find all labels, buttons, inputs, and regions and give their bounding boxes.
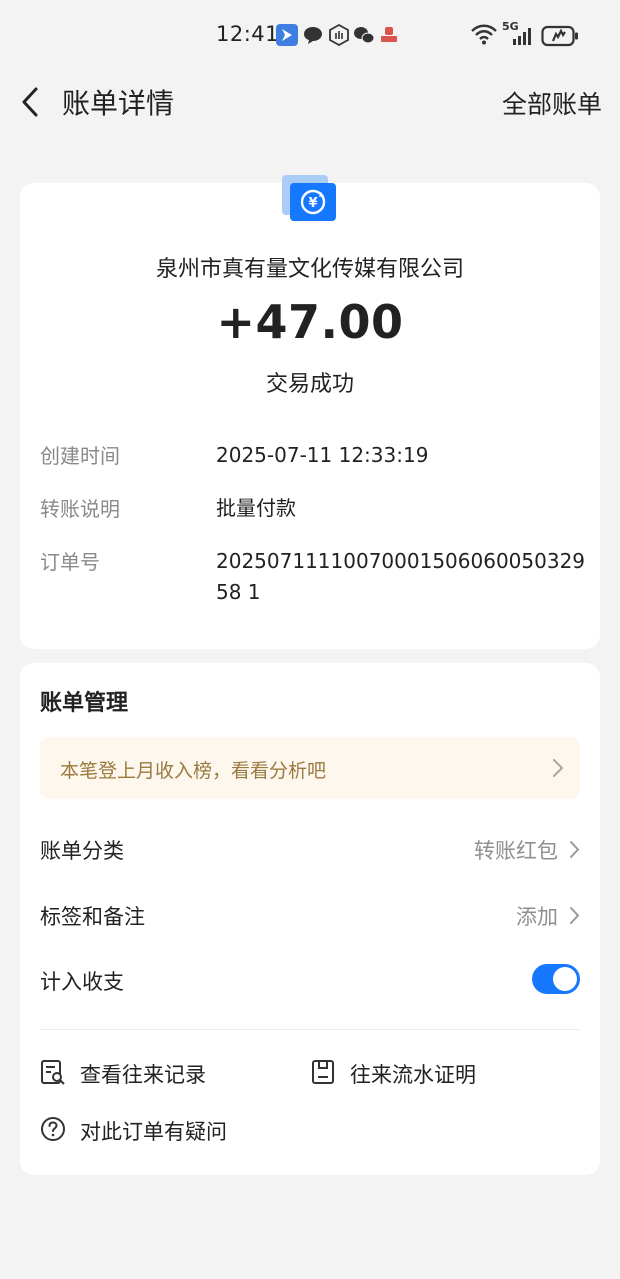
bill-management-card: 账单管理 本笔登上月收入榜，看看分析吧 账单分类 转账红包 标签和备注 添加 计… <box>20 663 600 1175</box>
bill-category-label: 账单分类 <box>40 839 124 863</box>
transaction-amount: +47.00 <box>216 295 404 349</box>
income-rank-tip-banner[interactable]: 本笔登上月收入榜，看看分析吧 <box>40 737 580 799</box>
wifi-icon <box>471 24 497 45</box>
stamp-app-icon <box>381 27 397 42</box>
chevron-right-icon <box>570 907 580 924</box>
tags-notes-value: 添加 <box>516 905 558 929</box>
merchant-name: 泉州市真有量文化传媒有限公司 <box>155 257 464 282</box>
hand-app-icon <box>329 24 349 46</box>
transaction-status: 交易成功 <box>265 372 354 397</box>
tags-notes-row[interactable]: 标签和备注 添加 <box>40 895 580 935</box>
transaction-card: ¥ 泉州市真有量文化传媒有限公司 +47.00 交易成功 创建时间 2025-0… <box>20 175 600 649</box>
view-history-link[interactable]: 查看往来记录 <box>40 1055 280 1089</box>
chevron-right-icon <box>570 841 580 858</box>
statement-proof-text: 往来流水证明 <box>350 1063 476 1087</box>
include-in-budget-toggle[interactable] <box>532 964 580 994</box>
include-in-budget-label: 计入收支 <box>40 970 124 994</box>
nav-bar: 账单详情 全部账单 <box>0 70 620 134</box>
question-circle-icon <box>41 1117 65 1141</box>
detail-value: 批量付款 <box>216 496 296 520</box>
statement-proof-link[interactable]: 往来流水证明 <box>310 1055 550 1089</box>
message-icon <box>304 27 322 44</box>
tags-notes-label: 标签和备注 <box>40 905 145 929</box>
all-bills-link[interactable]: 全部账单 <box>502 85 602 121</box>
detail-label: 创建时间 <box>40 444 120 468</box>
status-time: 12:41 <box>216 22 280 46</box>
yuan-refresh-icon: ¥ <box>282 175 336 221</box>
detail-label: 转账说明 <box>40 497 120 521</box>
section-title: 账单管理 <box>40 691 129 716</box>
battery-charging-icon <box>541 25 578 47</box>
tip-text: 本笔登上月收入榜，看看分析吧 <box>60 760 327 782</box>
location-app-icon <box>276 24 298 46</box>
status-bar: 12:41 5G <box>0 0 620 70</box>
back-arrow-icon[interactable] <box>14 84 50 120</box>
record-search-icon <box>41 1060 65 1085</box>
chevron-right-icon <box>553 759 564 777</box>
svg-text:¥: ¥ <box>308 196 317 211</box>
bill-category-value: 转账红包 <box>474 839 558 863</box>
document-proof-icon <box>312 1060 334 1084</box>
order-question-link[interactable]: 对此订单有疑问 <box>40 1112 300 1146</box>
page-title: 账单详情 <box>62 87 175 120</box>
divider <box>40 1029 580 1030</box>
signal-icon <box>513 28 531 45</box>
detail-label: 订单号 <box>40 550 100 574</box>
view-history-text: 查看往来记录 <box>80 1063 206 1087</box>
detail-value: 2025-07-11 12:33:19 <box>216 443 429 467</box>
order-question-text: 对此订单有疑问 <box>80 1120 227 1144</box>
include-in-budget-row: 计入收支 <box>40 960 580 1000</box>
bill-category-row[interactable]: 账单分类 转账红包 <box>40 829 580 869</box>
toggle-knob <box>553 967 577 991</box>
wechat-icon <box>354 27 375 44</box>
order-number-value[interactable]: 2025071111007000150606005032958 1 <box>216 546 586 608</box>
